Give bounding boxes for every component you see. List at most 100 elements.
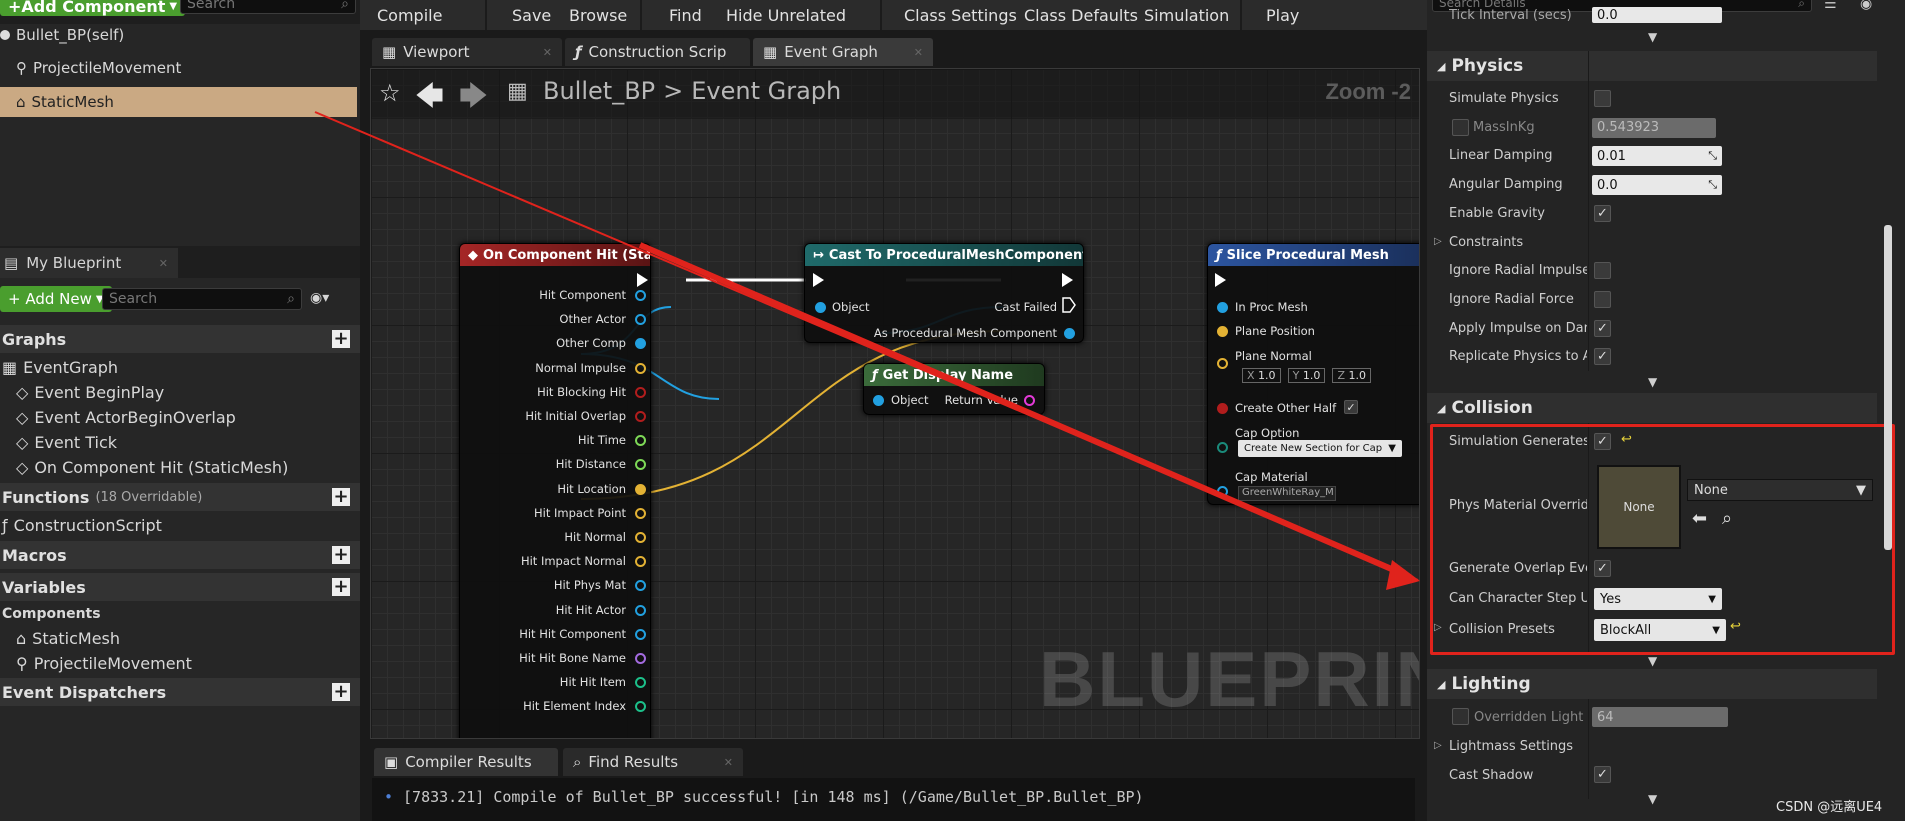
physics-number-field[interactable]: 0.01 ⤡	[1592, 146, 1722, 167]
drag-handle-icon[interactable]: ⤡	[1708, 178, 1717, 192]
hit-output-pin[interactable]	[635, 556, 646, 568]
hit-output-pin[interactable]	[635, 386, 646, 398]
plane-position-pin[interactable]	[1217, 326, 1228, 337]
physics-checkbox[interactable]: ✓	[1594, 348, 1611, 366]
expand-icon[interactable]: ▷	[1434, 236, 1442, 247]
cap-material-pin[interactable]	[1217, 486, 1228, 497]
tree-item-staticmesh[interactable]: ⌂ StaticMesh	[0, 87, 357, 117]
close-icon[interactable]: ✕	[543, 46, 552, 59]
variable-item-projectile[interactable]: ⚲ ProjectileMovement	[0, 651, 360, 675]
graph-item-eventgraph[interactable]: ▦ EventGraph	[0, 355, 360, 379]
browse-button[interactable]: Browse	[569, 6, 627, 25]
exec-in-pin[interactable]	[813, 273, 824, 287]
node-cast-to-pmc[interactable]: ↦ Cast To ProceduralMeshComponent Object…	[804, 243, 1084, 343]
add-function-button[interactable]: +	[332, 488, 350, 506]
hit-output-pin[interactable]	[635, 314, 646, 326]
hit-output-pin[interactable]	[635, 435, 646, 447]
cap-option-dropdown[interactable]: Create New Section for Cap ▼	[1238, 440, 1402, 457]
cap-material-picker[interactable]: GreenWhiteRay_M	[1238, 486, 1336, 501]
add-graph-button[interactable]: +	[332, 330, 350, 348]
functions-header[interactable]: Functions (18 Overridable) +	[0, 483, 360, 511]
graph-item-overlap[interactable]: ◇ Event ActorBeginOverlap	[0, 405, 360, 429]
tab-compiler-results[interactable]: ▣ Compiler Results	[374, 748, 558, 776]
create-other-half-pin[interactable]	[1217, 403, 1228, 414]
in-proc-mesh-pin[interactable]	[1217, 302, 1228, 313]
hit-output-pin[interactable]	[635, 459, 646, 471]
play-button[interactable]: Play	[1266, 6, 1299, 25]
hit-output-pin[interactable]	[635, 290, 646, 301]
graph-item-tick[interactable]: ◇ Event Tick	[0, 430, 360, 454]
tab-viewport[interactable]: ▦ Viewport ✕	[372, 38, 562, 66]
tab-find-results[interactable]: ⌕ Find Results ✕	[563, 748, 743, 776]
expand-icon[interactable]: ▷	[1434, 740, 1442, 751]
save-button[interactable]: Save	[512, 6, 551, 25]
hide-unrelated-button[interactable]: Hide Unrelated	[726, 6, 846, 25]
tree-item-self[interactable]: Bullet_BP(self)	[0, 20, 360, 50]
simulation-button[interactable]: Simulation	[1144, 6, 1229, 25]
macros-header[interactable]: Macros +	[0, 541, 360, 569]
hit-output-pin[interactable]	[635, 701, 646, 713]
exec-out-pin[interactable]	[1062, 273, 1073, 287]
cap-option-pin[interactable]	[1217, 442, 1228, 453]
tab-event-graph[interactable]: ▦ Event Graph ✕	[753, 38, 933, 66]
return-value-pin[interactable]	[1024, 395, 1035, 406]
hit-output-pin[interactable]	[635, 677, 646, 689]
tab-construction-script[interactable]: ƒ Construction Scrip	[565, 38, 750, 66]
tree-item-projectile[interactable]: ⚲ ProjectileMovement	[0, 53, 360, 83]
hit-output-pin[interactable]	[635, 507, 646, 519]
event-graph-canvas[interactable]: ☆ 🡄 🡆 ▦ Bullet_BP > Event Graph Zoom -2 …	[370, 68, 1420, 739]
expand-arrow-icon[interactable]: ▼	[1648, 792, 1657, 806]
hit-output-pin[interactable]	[635, 628, 646, 640]
create-other-half-checkbox[interactable]: ✓	[1344, 400, 1358, 414]
exec-in-pin[interactable]	[1215, 273, 1226, 287]
dispatchers-header[interactable]: Event Dispatchers +	[0, 678, 360, 706]
hit-output-pin[interactable]	[635, 483, 646, 495]
lighting-section-header[interactable]: ◢ Lighting	[1427, 669, 1877, 699]
overridden-light-checkbox[interactable]	[1452, 708, 1469, 725]
cast-shadow-checkbox[interactable]: ✓	[1594, 766, 1611, 783]
plane-normal-z[interactable]: Z 1.0	[1332, 368, 1372, 383]
expand-arrow-icon[interactable]: ▼	[1648, 654, 1657, 668]
tick-interval-field[interactable]: 0.0	[1592, 7, 1722, 23]
add-new-button[interactable]: + Add New ▼	[0, 286, 112, 312]
details-scrollbar[interactable]	[1884, 225, 1892, 550]
eye-icon[interactable]: ◉	[1860, 0, 1872, 12]
physics-checkbox[interactable]	[1594, 90, 1611, 107]
physics-number-field[interactable]: 0.543923	[1592, 117, 1716, 138]
close-icon[interactable]: ✕	[159, 257, 168, 270]
cast-failed-pin[interactable]	[1062, 297, 1076, 313]
graph-item-hit[interactable]: ◇ On Component Hit (StaticMesh)	[0, 455, 360, 479]
plane-normal-pin[interactable]	[1217, 358, 1228, 369]
class-settings-button[interactable]: Class Settings	[904, 6, 1017, 25]
hit-output-pin[interactable]	[635, 411, 646, 422]
close-icon[interactable]: ✕	[724, 756, 733, 769]
view-list-icon[interactable]: ☰	[1824, 0, 1837, 12]
expand-arrow-icon[interactable]: ▼	[1648, 30, 1657, 44]
collision-section-header[interactable]: ◢ Collision	[1427, 393, 1877, 423]
node-on-component-hit[interactable]: ◆ On Component Hit (StaticMesh) Hit Comp…	[459, 243, 651, 738]
overridden-light-field[interactable]: 64	[1592, 707, 1728, 727]
expand-arrow-icon[interactable]: ▼	[1648, 375, 1657, 389]
class-defaults-button[interactable]: Class Defaults	[1024, 6, 1138, 25]
add-macro-button[interactable]: +	[332, 546, 350, 564]
mass-override-checkbox[interactable]	[1452, 118, 1469, 136]
physics-checkbox[interactable]: ✓	[1594, 204, 1611, 222]
hit-output-pin[interactable]	[635, 532, 646, 543]
add-component-button[interactable]: +Add Component ▼	[0, 0, 186, 16]
variables-header[interactable]: Variables +	[0, 573, 360, 601]
blueprint-search-input[interactable]: Search ⌕	[102, 288, 302, 310]
hit-output-pin[interactable]	[635, 653, 646, 664]
object-pin[interactable]	[873, 395, 884, 406]
physics-checkbox[interactable]	[1594, 262, 1611, 280]
physics-checkbox[interactable]	[1594, 290, 1611, 308]
close-icon[interactable]: ✕	[914, 46, 923, 59]
hit-output-pin[interactable]	[635, 338, 646, 350]
hit-output-pin[interactable]	[635, 604, 646, 616]
tab-my-blueprint[interactable]: ▤ My Blueprint ✕	[0, 248, 178, 278]
component-search-input[interactable]: Search ⌕	[180, 0, 356, 14]
node-get-display-name[interactable]: ƒ Get Display Name Object Return Value	[863, 363, 1045, 415]
physics-checkbox[interactable]: ✓	[1594, 319, 1611, 337]
graph-item-beginplay[interactable]: ◇ Event BeginPlay	[0, 380, 360, 404]
hit-output-pin[interactable]	[635, 580, 646, 592]
find-button[interactable]: Find	[669, 6, 702, 25]
